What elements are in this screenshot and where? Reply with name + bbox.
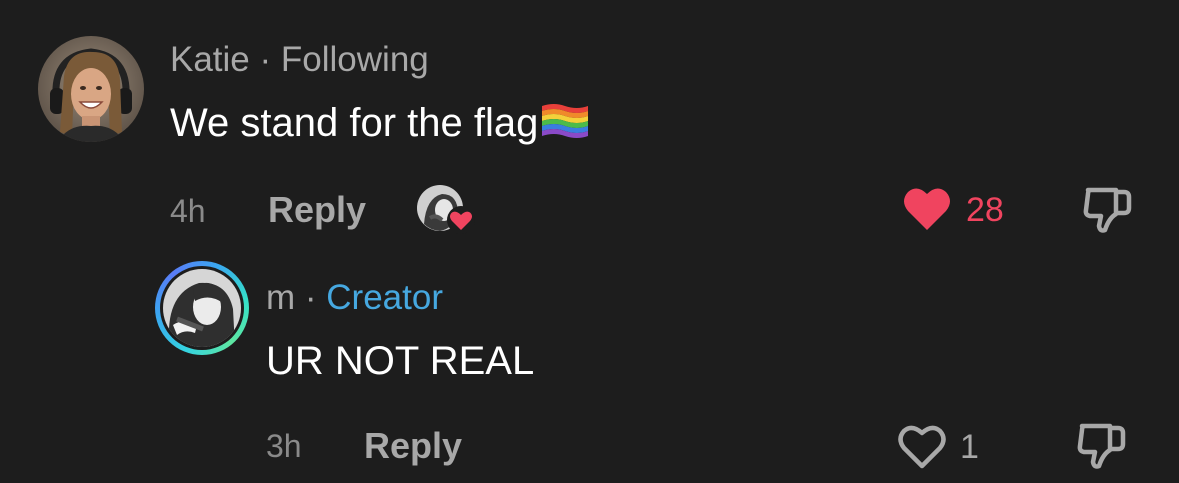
reply-author[interactable]: m — [266, 278, 295, 317]
creator-badge: Creator — [326, 278, 443, 317]
comment-author[interactable]: Katie — [170, 40, 250, 79]
avatar-m[interactable] — [163, 269, 241, 347]
reply-reply-button[interactable]: Reply — [364, 425, 462, 467]
reply-text: UR NOT REAL — [266, 339, 535, 383]
comment-like-count: 28 — [966, 191, 1004, 229]
heart-icon[interactable] — [902, 184, 952, 232]
thumbs-down-icon[interactable] — [1076, 420, 1128, 472]
comment-header: Katie · Following — [170, 40, 429, 80]
reply-header-separator: · — [304, 278, 317, 317]
comment-time: 4h — [170, 193, 206, 229]
comment-text-row: We stand for the flag — [170, 100, 590, 146]
reply-time: 3h — [266, 428, 302, 464]
heart-icon[interactable] — [896, 422, 948, 470]
comment-reply-button[interactable]: Reply — [268, 189, 366, 231]
following-label: Following — [280, 40, 429, 79]
avatar-katie[interactable] — [38, 36, 144, 142]
creator-liked-avatar-icon — [416, 184, 476, 236]
comments-panel: Katie · Following We stand for the flag … — [0, 0, 1179, 483]
header-separator: · — [259, 40, 272, 79]
comment-text: We stand for the flag — [170, 101, 539, 145]
reply-header: m · Creator — [266, 278, 443, 318]
rainbow-flag-icon — [540, 100, 590, 138]
reply-like-count: 1 — [960, 428, 979, 466]
thumbs-down-icon[interactable] — [1082, 184, 1134, 236]
